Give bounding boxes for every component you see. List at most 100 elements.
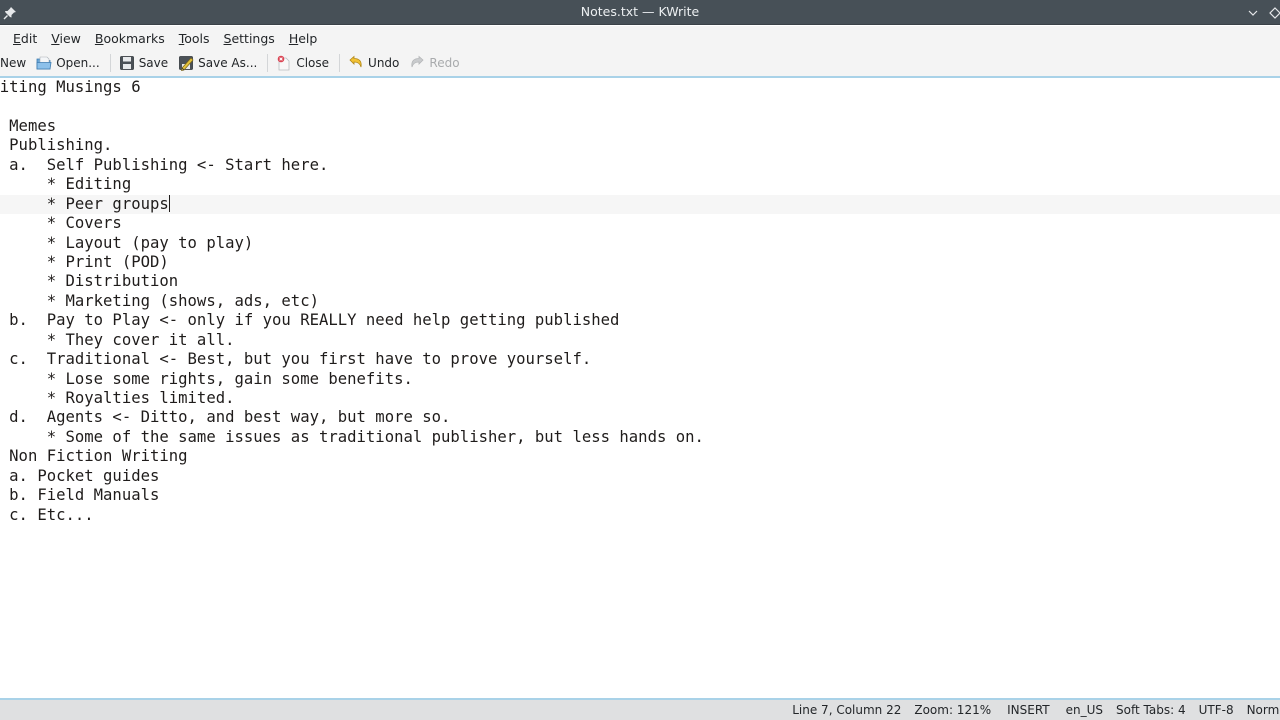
text-line[interactable]: b. Field Manuals [0,486,1280,505]
window-title: Notes.txt — KWrite [580,4,700,19]
menu-tools[interactable]: Tools [179,31,210,46]
text-editor[interactable]: Writing Musings 6 Memes Publishing. a. S… [0,80,1280,698]
open-button-label: Open... [56,56,100,70]
text-line[interactable]: Writing Musings 6 [0,80,1280,97]
save-button-label: Save [138,56,169,70]
menu-mnemonic: H [288,30,299,46]
text-line[interactable]: * They cover it all. [0,331,1280,350]
text-line[interactable]: * Marketing (shows, ads, etc) [0,292,1280,311]
main-toolbar: New Open... Save Save As... Close Undo R… [0,50,1280,78]
text-line[interactable] [0,97,1280,116]
toolbar-separator [267,54,269,72]
dictionary-language[interactable]: en_US [1066,703,1103,717]
menu-label: elp [298,30,318,46]
text-line[interactable]: b. Pay to Play <- only if you REALLY nee… [0,311,1280,330]
diamond-icon[interactable] [1268,5,1280,19]
syntax-highlighting[interactable]: Normal [1247,703,1280,717]
new-button[interactable]: New [0,51,32,75]
open-button[interactable]: Open... [32,51,106,75]
menu-settings[interactable]: Settings [224,31,275,46]
menu-label: ettings [231,30,275,46]
line-text: a. Self Publishing <- Start here. [0,155,329,174]
new-button-label: New [0,56,27,70]
undo-button[interactable]: Undo [344,51,405,75]
menu-label: ools [184,30,210,46]
encoding[interactable]: UTF-8 [1199,703,1234,717]
text-line[interactable]: * Editing [0,175,1280,194]
close-button[interactable]: Close [272,51,335,75]
line-text: Non Fiction Writing [0,447,188,466]
line-text: Publishing. [9,136,113,155]
window-titlebar[interactable]: Notes.txt — KWrite [0,0,1280,25]
statusbar: Line 7, Column 22 Zoom: 121% INSERT en_U… [0,698,1280,720]
redo-arrow-icon [411,55,424,68]
input-mode[interactable]: INSERT [1007,703,1050,717]
menu-label: dit [20,30,38,46]
text-line[interactable]: * Distribution [0,272,1280,291]
text-line[interactable]: c. Traditional <- Best, but you first ha… [0,350,1280,369]
line-text: Memes [9,116,57,135]
save-as-button-label: Save As... [198,56,258,70]
line-text: * Royalties limited. [0,389,235,407]
line-text: * Editing [46,175,132,194]
menu-bookmarks[interactable]: Bookmarks [95,31,165,46]
line-text: b. Pay to Play <- only if you REALLY nee… [0,311,620,330]
line-text: * Covers [46,214,122,233]
line-text: * Layout (pay to play) [0,233,254,252]
line-text: * Peer groups [46,194,169,213]
text-line[interactable]: * Lose some rights, gain some benefits. [0,370,1280,389]
line-text: * Marketing (shows, ads, etc) [0,291,319,310]
text-line[interactable]: * Royalties limited. [0,389,1280,408]
line-text: * They cover it all. [0,330,235,349]
line-text: b. Field Manuals [9,486,160,505]
text-line[interactable]: Memes [0,117,1280,136]
text-line[interactable]: a. Self Publishing <- Start here. [0,156,1280,175]
menu-mnemonic: E [13,30,21,46]
text-line[interactable]: c. Etc... [0,506,1280,525]
text-caret [168,194,171,212]
menubar: Edit View Bookmarks Tools Settings Help [0,26,1280,50]
menu-edit[interactable]: Edit [13,31,37,46]
save-as-icon [179,56,194,71]
line-text: d. Agents <- Ditto, and best way, but mo… [0,408,451,427]
line-text: c. Etc... [9,505,94,524]
line-text: * Some of the same issues as traditional… [0,427,704,446]
redo-button-label: Redo [429,56,460,70]
menu-view[interactable]: View [51,31,81,46]
text-line[interactable]: d. Agents <- Ditto, and best way, but mo… [0,408,1280,427]
line-text: c. Traditional <- Best, but you first ha… [0,350,592,369]
menu-mnemonic: V [51,30,60,46]
text-line[interactable]: * Covers [0,214,1280,233]
chevron-down-icon[interactable] [1246,5,1260,19]
text-line[interactable]: Non Fiction Writing [0,447,1280,466]
save-button[interactable]: Save [115,51,174,75]
toolbar-separator [109,54,111,72]
current-line[interactable]: * Peer groups [0,194,1280,215]
line-text: * Lose some rights, gain some benefits. [0,369,413,388]
save-as-button[interactable]: Save As... [174,51,263,75]
zoom-level[interactable]: Zoom: 121% [914,703,991,717]
editor-lines[interactable]: Writing Musings 6 Memes Publishing. a. S… [0,80,1280,525]
cursor-position[interactable]: Line 7, Column 22 [792,703,901,717]
line-text: Writing Musings 6 [0,80,141,96]
line-text: a. Pocket guides [9,466,160,485]
redo-button[interactable]: Redo [405,51,465,75]
save-disk-icon [119,56,134,70]
menu-help[interactable]: Help [289,31,318,46]
open-folder-icon [36,56,52,70]
line-text: * Distribution [0,272,179,291]
toolbar-separator [339,54,341,72]
close-document-icon [278,55,290,71]
undo-arrow-icon [349,55,362,68]
menu-label: iew [59,30,81,46]
text-line[interactable]: a. Pocket guides [0,467,1280,486]
text-line[interactable]: * Some of the same issues as traditional… [0,428,1280,447]
text-line[interactable]: Publishing. [0,136,1280,155]
line-text: * Print (POD) [46,252,169,271]
text-line[interactable]: * Layout (pay to play) [0,234,1280,253]
indentation-mode[interactable]: Soft Tabs: 4 [1116,703,1186,717]
text-line[interactable]: * Print (POD) [0,253,1280,272]
menu-label: ookmarks [103,30,165,46]
undo-button-label: Undo [368,56,400,70]
close-button-label: Close [296,56,330,70]
